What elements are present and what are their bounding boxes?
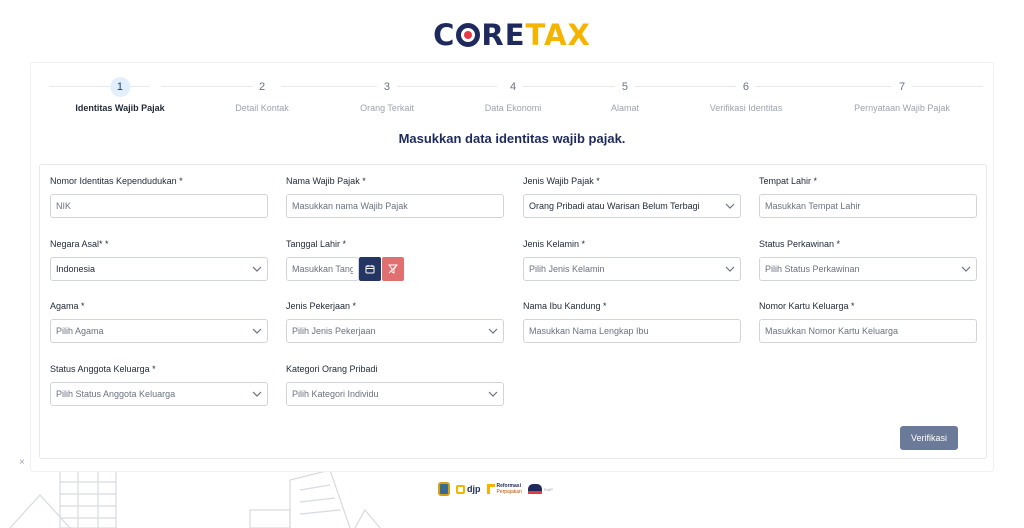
status-kawin-field: Status Perkawinan * Pilih Status Perkawi…	[759, 239, 977, 281]
ibu-label: Nama Ibu Kandung *	[523, 301, 607, 311]
page-subtitle: Masukkan data identitas wajib pajak.	[398, 131, 626, 146]
tempat-lahir-label: Tempat Lahir *	[759, 176, 818, 186]
step-identitas[interactable]: 1 Identitas Wajib Pajak	[75, 77, 165, 113]
calendar-button[interactable]	[359, 257, 381, 281]
jenis-kelamin-select[interactable]: Pilih Jenis Kelamin	[523, 257, 741, 281]
tanggal-lahir-input[interactable]	[286, 257, 359, 281]
kategori-label: Kategori Orang Pribadi	[286, 364, 378, 374]
pekerjaan-field: Jenis Pekerjaan * Pilih Jenis Pekerjaan	[286, 301, 504, 343]
status-kawin-label: Status Perkawinan *	[759, 239, 841, 249]
step-verifikasi-identitas[interactable]: 6 Verifikasi Identitas	[710, 77, 782, 113]
agama-field: Agama * Pilih Agama	[50, 301, 268, 343]
filter-clear-icon	[388, 264, 398, 274]
chevron-down-icon	[252, 391, 262, 397]
status-keluarga-field: Status Anggota Keluarga * Pilih Status A…	[50, 364, 268, 406]
close-icon[interactable]: ×	[19, 457, 25, 468]
logo-emblem-icon	[456, 23, 481, 47]
nik-label: Nomor Identitas Kependudukan *	[50, 176, 183, 186]
tanggal-lahir-field: Tanggal Lahir *	[286, 239, 504, 281]
chevron-down-icon	[488, 391, 498, 397]
chevron-down-icon	[961, 266, 971, 272]
reformasi-logo: Reformasi Perpajakan	[486, 483, 522, 495]
stepper: 1 Identitas Wajib Pajak 2 Detail Kontak …	[39, 77, 987, 117]
pekerjaan-select[interactable]: Pilih Jenis Pekerjaan	[286, 319, 504, 343]
step-pernyataan[interactable]: 7 Pernyataan Wajib Pajak	[854, 77, 950, 113]
kategori-select[interactable]: Pilih Kategori Individu	[286, 382, 504, 406]
government-emblem-icon	[438, 482, 450, 496]
step-orang-terkait[interactable]: 3 Orang Terkait	[360, 77, 414, 113]
jenis-kelamin-label: Jenis Kelamin *	[523, 239, 586, 249]
jenis-wp-label: Jenis Wajib Pajak *	[523, 176, 600, 186]
negara-select[interactable]: Indonesia	[50, 257, 268, 281]
status-keluarga-select[interactable]: Pilih Status Anggota Keluarga	[50, 382, 268, 406]
ibu-input[interactable]	[523, 319, 741, 343]
chevron-down-icon	[725, 203, 735, 209]
djp-logo: djp	[456, 484, 481, 494]
kk-input[interactable]	[759, 319, 977, 343]
negara-field: Negara Asal* * Indonesia	[50, 239, 268, 281]
nama-label: Nama Wajib Pajak *	[286, 176, 366, 186]
siap-logo: SIAP	[527, 484, 553, 494]
registration-card: 1 Identitas Wajib Pajak 2 Detail Kontak …	[30, 62, 994, 472]
step-alamat[interactable]: 5 Alamat	[611, 77, 639, 113]
identity-form: Nomor Identitas Kependudukan * Nama Waji…	[39, 164, 987, 459]
tempat-lahir-field: Tempat Lahir *	[759, 176, 977, 218]
nik-input[interactable]	[50, 194, 268, 218]
tempat-lahir-input[interactable]	[759, 194, 977, 218]
clear-date-button[interactable]	[382, 257, 404, 281]
agama-label: Agama *	[50, 301, 85, 311]
coretax-logo: C RE TAX	[433, 18, 591, 52]
calendar-icon	[365, 265, 375, 274]
jenis-kelamin-field: Jenis Kelamin * Pilih Jenis Kelamin	[523, 239, 741, 281]
kk-field: Nomor Kartu Keluarga *	[759, 301, 977, 343]
kk-label: Nomor Kartu Keluarga *	[759, 301, 855, 311]
jenis-wp-select[interactable]: Orang Pribadi atau Warisan Belum Terbagi	[523, 194, 741, 218]
kategori-field: Kategori Orang Pribadi Pilih Kategori In…	[286, 364, 504, 406]
nama-input[interactable]	[286, 194, 504, 218]
footer-logos: djp Reformasi Perpajakan SIAP	[438, 481, 553, 497]
step-detail-kontak[interactable]: 2 Detail Kontak	[235, 77, 289, 113]
chevron-down-icon	[488, 328, 498, 334]
nama-field: Nama Wajib Pajak *	[286, 176, 504, 218]
step-data-ekonomi[interactable]: 4 Data Ekonomi	[485, 77, 541, 113]
chevron-down-icon	[252, 266, 262, 272]
status-kawin-select[interactable]: Pilih Status Perkawinan	[759, 257, 977, 281]
verifikasi-button[interactable]: Verifikasi	[900, 426, 958, 450]
status-keluarga-label: Status Anggota Keluarga *	[50, 364, 156, 374]
chevron-down-icon	[252, 328, 262, 334]
ibu-field: Nama Ibu Kandung *	[523, 301, 741, 343]
pekerjaan-label: Jenis Pekerjaan *	[286, 301, 357, 311]
tanggal-lahir-label: Tanggal Lahir *	[286, 239, 347, 249]
agama-select[interactable]: Pilih Agama	[50, 319, 268, 343]
jenis-wp-field: Jenis Wajib Pajak * Orang Pribadi atau W…	[523, 176, 741, 218]
negara-label: Negara Asal* *	[50, 239, 109, 249]
chevron-down-icon	[725, 266, 735, 272]
nik-field: Nomor Identitas Kependudukan *	[50, 176, 268, 218]
